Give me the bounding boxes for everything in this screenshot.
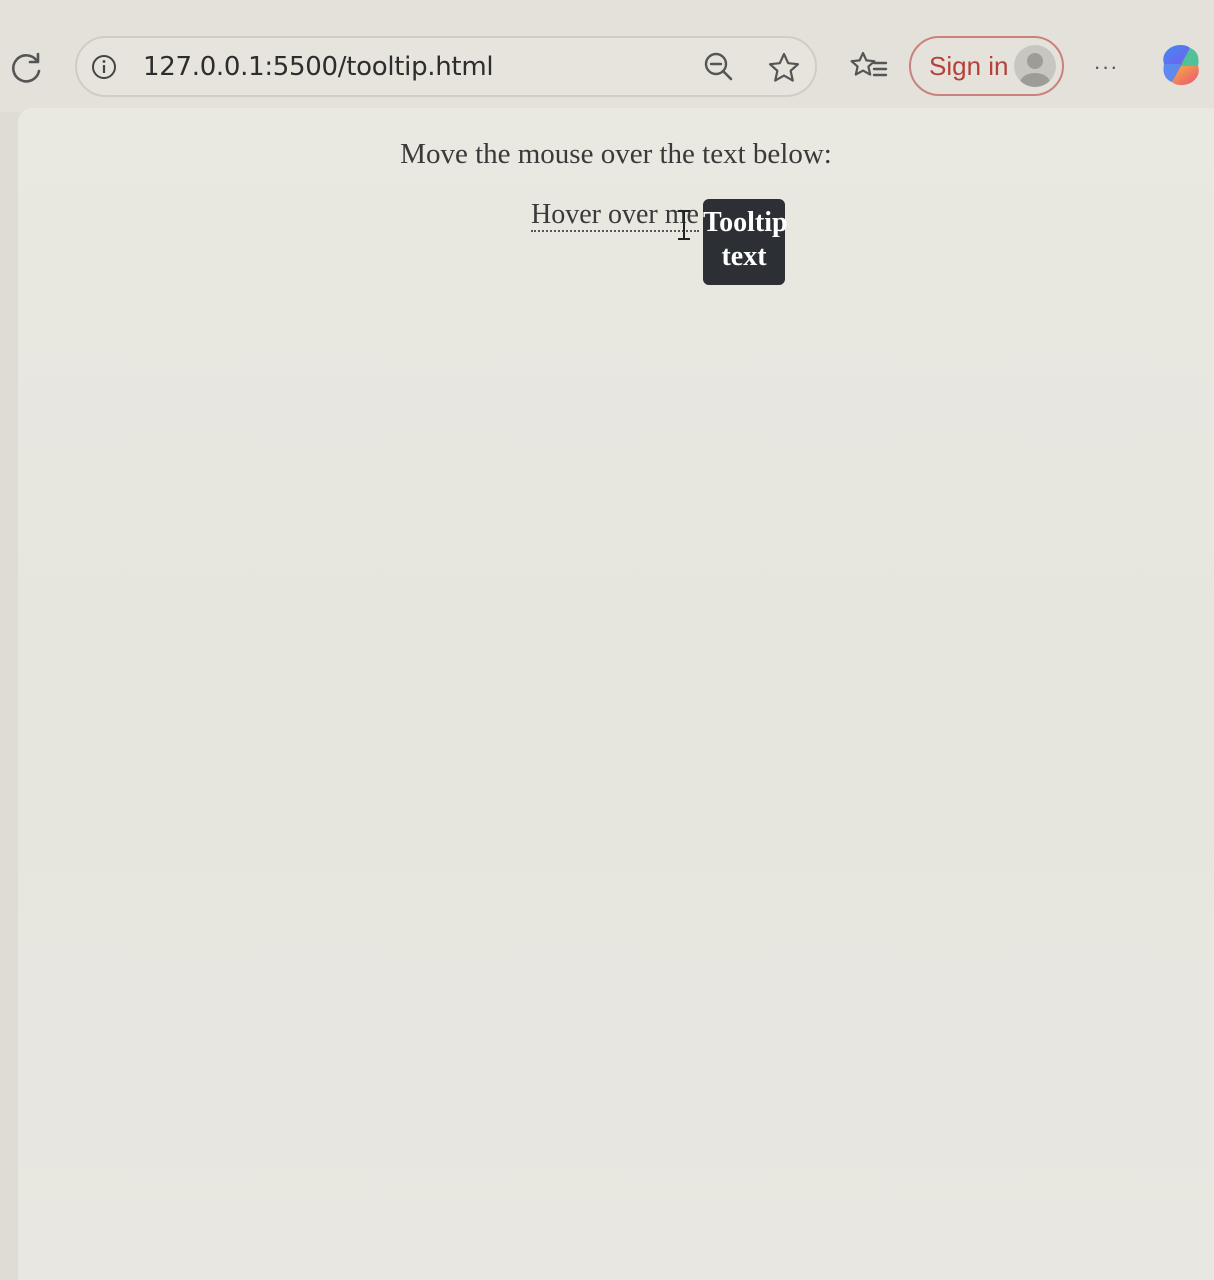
reload-button[interactable] [6, 50, 46, 86]
tooltip-line-1: Tooltip [703, 207, 788, 238]
sign-in-label: Sign in [929, 51, 1009, 81]
star-icon[interactable] [767, 51, 801, 85]
copilot-icon [1163, 45, 1199, 85]
tooltip: Tooltip text [703, 199, 788, 285]
tooltip-line-2: text [721, 241, 767, 272]
address-bar[interactable]: 127.0.0.1:5500/tooltip.html [75, 36, 817, 97]
favorites-list-icon [850, 51, 888, 77]
avatar [1014, 45, 1056, 87]
sign-in-button[interactable]: Sign in [909, 36, 1064, 96]
browser-toolbar: 127.0.0.1:5500/tooltip.html Sign in ··· [0, 0, 1214, 112]
info-icon[interactable] [91, 54, 117, 80]
user-icon [1020, 53, 1050, 87]
favorites-button[interactable] [850, 49, 888, 85]
more-options-button[interactable]: ··· [1086, 52, 1126, 82]
page-viewport: Move the mouse over the text below: Hove… [18, 108, 1214, 1280]
copilot-button[interactable] [1156, 42, 1206, 88]
url-text[interactable]: 127.0.0.1:5500/tooltip.html [143, 52, 494, 82]
reload-icon [11, 52, 41, 83]
zoom-out-icon[interactable] [703, 52, 733, 82]
text-cursor-icon [678, 210, 690, 240]
instruction-text: Move the mouse over the text below: [400, 138, 832, 170]
